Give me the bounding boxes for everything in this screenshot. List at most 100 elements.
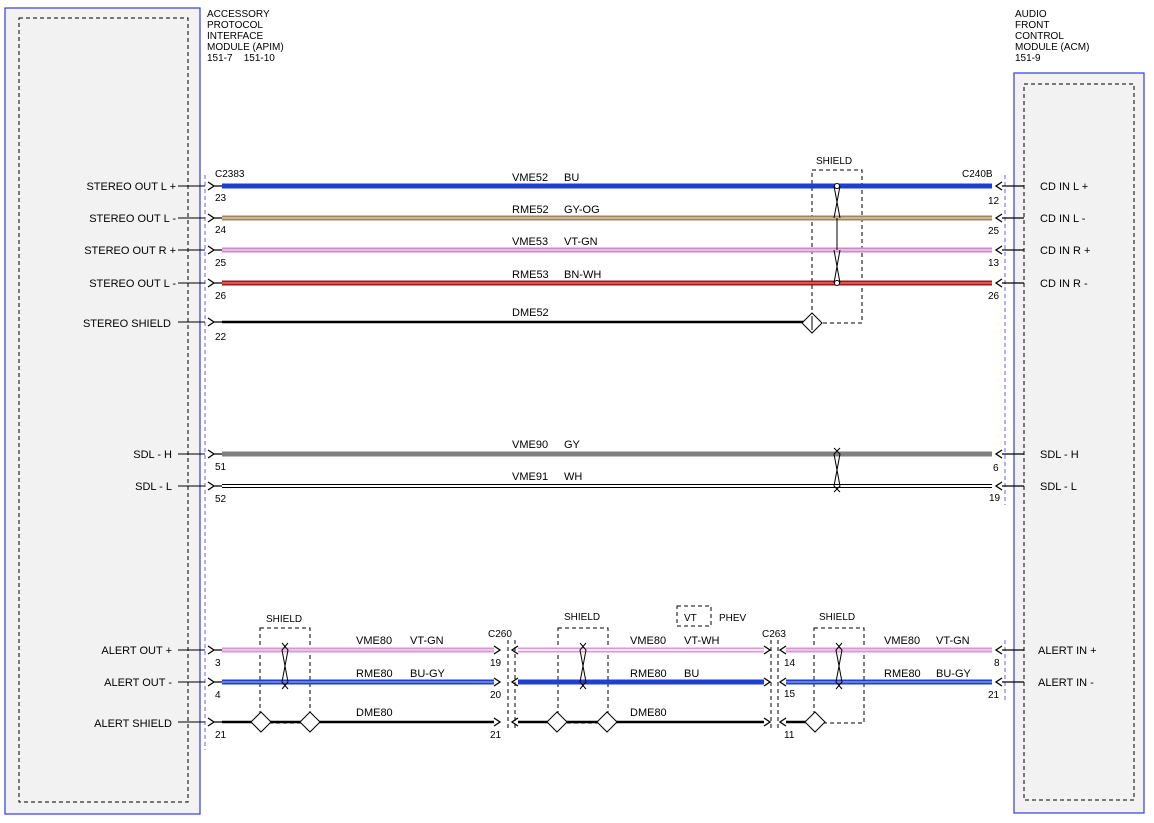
left-pin-label: STEREO OUT L -: [89, 213, 176, 225]
right-pin-number: 6: [993, 463, 999, 474]
shield-ground-diamond: [804, 711, 826, 733]
color-code: VT-WH: [684, 635, 719, 647]
color-code: GY-OG: [564, 204, 600, 216]
circuit-id: VME52: [512, 172, 548, 184]
connector-c260: C260: [488, 629, 512, 640]
color-code: BN-WH: [564, 269, 601, 281]
color-code: BU-GY: [936, 668, 972, 680]
circuit-id: VME53: [512, 236, 548, 248]
option-box-text: VT: [684, 613, 697, 624]
color-code: VT-GN: [936, 635, 970, 647]
left-pin-label: SDL - H: [133, 449, 172, 461]
alert-shield-box-2: [557, 627, 609, 724]
right-pin-number: 13: [988, 258, 1000, 269]
pin-number: 11: [784, 730, 795, 741]
left-pin-number: 25: [215, 258, 227, 269]
circuit-id: RME53: [512, 269, 549, 281]
alert-shield-box-1: [259, 627, 311, 724]
color-code: BU-GY: [410, 668, 446, 680]
connector-c2383: C2383: [215, 169, 245, 180]
right-pin-label: CD IN L -: [1040, 213, 1086, 225]
circuit-id: RME80: [356, 668, 393, 680]
pin-number: 19: [490, 658, 502, 669]
circuit-id: VME91: [512, 471, 548, 483]
right-pin-label: ALERT IN +: [1038, 645, 1097, 657]
right-pin-label: CD IN R -: [1040, 278, 1088, 290]
svg-text:151-7 151-10: 151-7 151-10: [207, 53, 275, 64]
left-pin-label: ALERT OUT +: [101, 645, 172, 657]
pin-number: 3: [215, 658, 221, 669]
alert-shield-label-3: SHIELD: [819, 612, 855, 623]
svg-text:151-9: 151-9: [1015, 53, 1041, 64]
left-pin-number: 22: [215, 332, 227, 343]
alert-shield-row: ALERT SHIELD DME80 DME80 21 21 11: [94, 707, 806, 741]
circuit-id: VME80: [884, 635, 920, 647]
stereo-shield-label: SHIELD: [816, 156, 852, 167]
circuit-id: DME80: [630, 707, 667, 719]
svg-text:MODULE (ACM): MODULE (ACM): [1015, 42, 1089, 53]
svg-text:ACCESSORY: ACCESSORY: [207, 9, 270, 20]
right-pin-label: ALERT IN -: [1038, 677, 1094, 689]
left-pin-label: ALERT OUT -: [104, 677, 172, 689]
right-pin-number: 19: [989, 493, 1001, 504]
svg-text:FRONT: FRONT: [1015, 20, 1049, 31]
left-pin-number: 24: [215, 225, 227, 236]
svg-text:PROTOCOL: PROTOCOL: [207, 20, 263, 31]
pin-number: 21: [988, 690, 1000, 701]
left-pin-label: ALERT SHIELD: [94, 718, 172, 730]
color-code: BU: [684, 668, 699, 680]
circuit-id: RME52: [512, 204, 549, 216]
circuit-id: RME80: [630, 668, 667, 680]
sdl-l-row: SDL - L SDL - L VME91 WH 52 19: [135, 471, 1077, 505]
circuit-id: RME80: [884, 668, 921, 680]
top-circuits: STEREO OUT L + CD IN L + VME52 BU 23 12 …: [84, 172, 1090, 302]
shield-ground-diamond: [546, 711, 568, 733]
circuit-row: STEREO OUT L - CD IN L - RME52 GY-OG 24 …: [89, 204, 1086, 237]
alert-minus-row: ALERT OUT - ALERT IN - RME80 BU-GY RME80…: [104, 668, 1094, 701]
alert-shield-box-3: [813, 627, 865, 724]
right-pin-label: CD IN R +: [1040, 245, 1090, 257]
connector-c263: C263: [762, 629, 786, 640]
left-pin-label: STEREO OUT L +: [86, 181, 176, 193]
color-code: VT-GN: [410, 635, 444, 647]
shield-ground-diamond: [299, 711, 321, 733]
twist-marks-stereo: [833, 183, 841, 286]
color-code: WH: [564, 471, 582, 483]
left-pin-label: STEREO OUT L -: [89, 278, 176, 290]
connector-c240b: C240B: [962, 169, 993, 180]
right-pin-label: SDL - L: [1040, 481, 1077, 493]
left-pin-label: STEREO SHIELD: [83, 318, 171, 330]
left-pin-number: 51: [215, 462, 227, 473]
pin-number: 8: [994, 658, 1000, 669]
svg-text:INTERFACE: INTERFACE: [207, 31, 263, 42]
pin-number: 4: [215, 690, 221, 701]
color-code: VT-GN: [564, 236, 598, 248]
shield-ground-diamond: [596, 711, 618, 733]
right-pin-number: 12: [988, 196, 1000, 207]
left-pin-number: 52: [215, 494, 227, 505]
pin-number: 21: [215, 730, 227, 741]
svg-text:AUDIO: AUDIO: [1015, 9, 1047, 20]
alert-shield-label-1: SHIELD: [266, 614, 302, 625]
svg-text:MODULE (APIM): MODULE (APIM): [207, 42, 284, 53]
circuit-id: VME80: [630, 635, 666, 647]
color-code: BU: [564, 172, 579, 184]
left-pin-label: SDL - L: [135, 481, 172, 493]
circuit-id: VME90: [512, 439, 548, 451]
pin-number: 14: [784, 658, 796, 669]
right-pin-label: SDL - H: [1040, 449, 1079, 461]
circuit-id: DME52: [512, 307, 549, 319]
pin-number: 20: [490, 690, 502, 701]
right-pin-number: 26: [988, 291, 1000, 302]
apim-title: ACCESSORY PROTOCOL INTERFACE MODULE (API…: [207, 9, 284, 64]
pin-number: 15: [784, 689, 796, 700]
color-code: GY: [564, 439, 581, 451]
alert-shield-label-2: SHIELD: [564, 612, 600, 623]
option-text: PHEV: [719, 613, 747, 624]
circuit-id: VME80: [356, 635, 392, 647]
right-pin-number: 25: [988, 226, 1000, 237]
right-pin-label: CD IN L +: [1040, 181, 1088, 193]
shield-ground-diamond: [250, 711, 272, 733]
circuit-id: DME80: [356, 707, 393, 719]
sdl-h-row: SDL - H SDL - H VME90 GY 51 6: [133, 439, 1078, 474]
